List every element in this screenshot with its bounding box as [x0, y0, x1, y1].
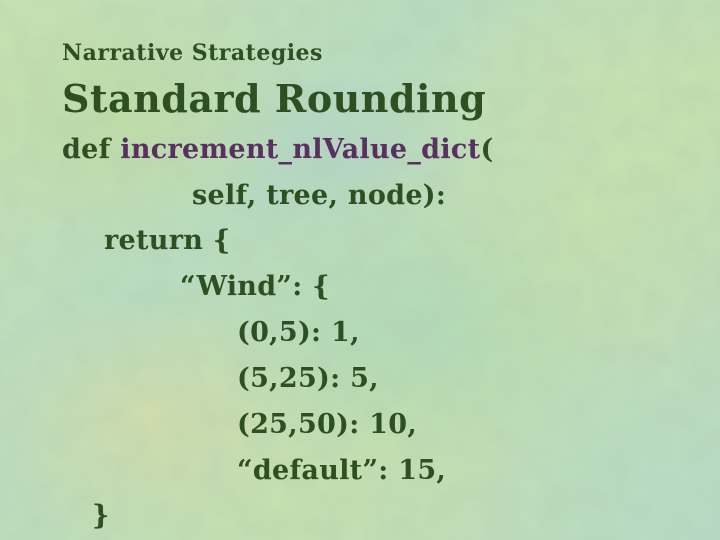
slide-title: Standard Rounding	[62, 76, 487, 121]
code-line-return: return {	[104, 225, 231, 256]
code-function-name: increment_nlValue_dict	[120, 134, 481, 165]
code-line-default: “default”: 15,	[237, 455, 447, 486]
slide: Narrative Strategies Standard Rounding d…	[0, 0, 720, 540]
code-line-range-25-50: (25,50): 10,	[237, 409, 418, 440]
slide-subtitle: Narrative Strategies	[62, 40, 323, 66]
code-line-def: def increment_nlValue_dict(	[62, 134, 494, 165]
code-line-params: self, tree, node):	[192, 180, 447, 211]
code-open-paren: (	[480, 134, 494, 165]
code-line-wind: “Wind”: {	[180, 271, 330, 302]
code-line-range-5-25: (5,25): 5,	[237, 363, 379, 394]
code-keyword-def: def	[62, 134, 121, 165]
code-line-close-brace: }	[92, 500, 110, 531]
code-line-range-0-5: (0,5): 1,	[237, 317, 360, 348]
